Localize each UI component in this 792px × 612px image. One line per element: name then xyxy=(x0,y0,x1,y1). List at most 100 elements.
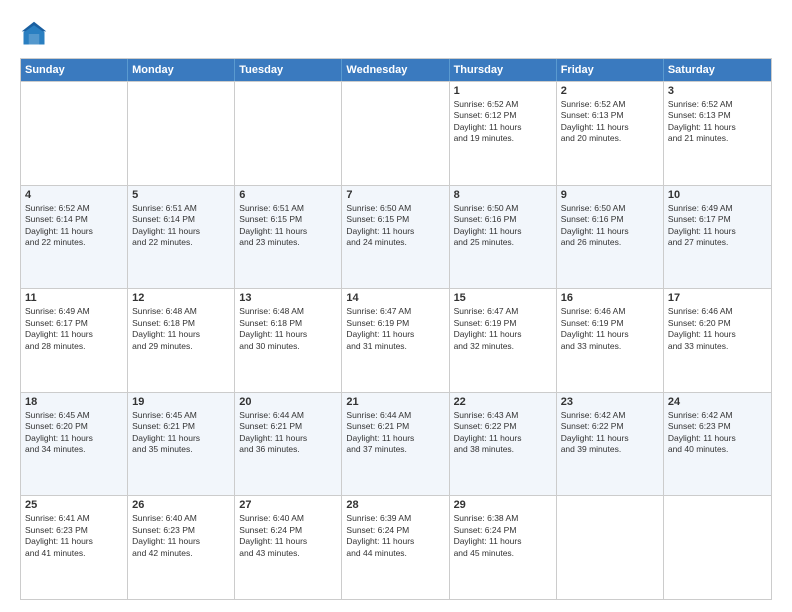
day-cell-empty xyxy=(128,82,235,185)
day-cell-20: 20 Sunrise: 6:44 AM Sunset: 6:21 PM Dayli… xyxy=(235,393,342,496)
day-cell-12: 12 Sunrise: 6:48 AM Sunset: 6:18 PM Dayli… xyxy=(128,289,235,392)
week-row-1: 1 Sunrise: 6:52 AM Sunset: 6:12 PM Daylig… xyxy=(21,81,771,185)
day-info: Sunrise: 6:48 AM Sunset: 6:18 PM Dayligh… xyxy=(239,306,337,352)
header-day-friday: Friday xyxy=(557,59,664,81)
day-number: 14 xyxy=(346,292,444,304)
day-number: 10 xyxy=(668,189,767,201)
day-cell-empty xyxy=(235,82,342,185)
day-cell-2: 2Sunrise: 6:52 AM Sunset: 6:13 PM Daylig… xyxy=(557,82,664,185)
day-number: 3 xyxy=(668,85,767,97)
day-number: 8 xyxy=(454,189,552,201)
day-info: Sunrise: 6:44 AM Sunset: 6:21 PM Dayligh… xyxy=(239,410,337,456)
day-number: 17 xyxy=(668,292,767,304)
day-info: Sunrise: 6:49 AM Sunset: 6:17 PM Dayligh… xyxy=(25,306,123,352)
day-info: Sunrise: 6:42 AM Sunset: 6:23 PM Dayligh… xyxy=(668,410,767,456)
day-cell-empty xyxy=(342,82,449,185)
day-number: 18 xyxy=(25,396,123,408)
week-row-5: 25 Sunrise: 6:41 AM Sunset: 6:23 PM Dayli… xyxy=(21,495,771,599)
day-info: Sunrise: 6:50 AM Sunset: 6:15 PM Dayligh… xyxy=(346,203,444,249)
day-cell-22: 22 Sunrise: 6:43 AM Sunset: 6:22 PM Dayli… xyxy=(450,393,557,496)
day-cell-23: 23 Sunrise: 6:42 AM Sunset: 6:22 PM Dayli… xyxy=(557,393,664,496)
day-info: Sunrise: 6:42 AM Sunset: 6:22 PM Dayligh… xyxy=(561,410,659,456)
day-info: Sunrise: 6:49 AM Sunset: 6:17 PM Dayligh… xyxy=(668,203,767,249)
calendar-header: SundayMondayTuesdayWednesdayThursdayFrid… xyxy=(21,59,771,81)
day-number: 23 xyxy=(561,396,659,408)
day-info: Sunrise: 6:39 AM Sunset: 6:24 PM Dayligh… xyxy=(346,513,444,559)
day-cell-6: 6 Sunrise: 6:51 AM Sunset: 6:15 PM Daylig… xyxy=(235,186,342,289)
day-info: Sunrise: 6:44 AM Sunset: 6:21 PM Dayligh… xyxy=(346,410,444,456)
day-info: Sunrise: 6:47 AM Sunset: 6:19 PM Dayligh… xyxy=(454,306,552,352)
day-cell-8: 8 Sunrise: 6:50 AM Sunset: 6:16 PM Daylig… xyxy=(450,186,557,289)
header xyxy=(20,16,772,48)
day-cell-25: 25 Sunrise: 6:41 AM Sunset: 6:23 PM Dayli… xyxy=(21,496,128,599)
day-info: Sunrise: 6:48 AM Sunset: 6:18 PM Dayligh… xyxy=(132,306,230,352)
day-info: Sunrise: 6:41 AM Sunset: 6:23 PM Dayligh… xyxy=(25,513,123,559)
day-info: Sunrise: 6:47 AM Sunset: 6:19 PM Dayligh… xyxy=(346,306,444,352)
day-info: Sunrise: 6:51 AM Sunset: 6:14 PM Dayligh… xyxy=(132,203,230,249)
day-number: 6 xyxy=(239,189,337,201)
day-cell-15: 15 Sunrise: 6:47 AM Sunset: 6:19 PM Dayli… xyxy=(450,289,557,392)
day-number: 15 xyxy=(454,292,552,304)
day-number: 4 xyxy=(25,189,123,201)
day-info: Sunrise: 6:52 AM Sunset: 6:13 PM Dayligh… xyxy=(668,99,767,145)
day-cell-28: 28 Sunrise: 6:39 AM Sunset: 6:24 PM Dayli… xyxy=(342,496,449,599)
header-day-saturday: Saturday xyxy=(664,59,771,81)
header-day-thursday: Thursday xyxy=(450,59,557,81)
day-cell-empty xyxy=(21,82,128,185)
day-number: 20 xyxy=(239,396,337,408)
day-number: 11 xyxy=(25,292,123,304)
day-cell-11: 11 Sunrise: 6:49 AM Sunset: 6:17 PM Dayli… xyxy=(21,289,128,392)
day-number: 9 xyxy=(561,189,659,201)
day-info: Sunrise: 6:50 AM Sunset: 6:16 PM Dayligh… xyxy=(561,203,659,249)
day-cell-empty xyxy=(664,496,771,599)
day-cell-16: 16 Sunrise: 6:46 AM Sunset: 6:19 PM Dayli… xyxy=(557,289,664,392)
day-info: Sunrise: 6:52 AM Sunset: 6:12 PM Dayligh… xyxy=(454,99,552,145)
day-cell-29: 29 Sunrise: 6:38 AM Sunset: 6:24 PM Dayli… xyxy=(450,496,557,599)
day-cell-27: 27 Sunrise: 6:40 AM Sunset: 6:24 PM Dayli… xyxy=(235,496,342,599)
day-number: 29 xyxy=(454,499,552,511)
day-number: 22 xyxy=(454,396,552,408)
day-cell-empty xyxy=(557,496,664,599)
day-info: Sunrise: 6:52 AM Sunset: 6:13 PM Dayligh… xyxy=(561,99,659,145)
logo-icon xyxy=(20,20,48,48)
day-number: 1 xyxy=(454,85,552,97)
day-number: 5 xyxy=(132,189,230,201)
day-cell-7: 7 Sunrise: 6:50 AM Sunset: 6:15 PM Daylig… xyxy=(342,186,449,289)
calendar-body: 1 Sunrise: 6:52 AM Sunset: 6:12 PM Daylig… xyxy=(21,81,771,599)
day-number: 7 xyxy=(346,189,444,201)
day-number: 19 xyxy=(132,396,230,408)
day-cell-10: 10 Sunrise: 6:49 AM Sunset: 6:17 PM Dayli… xyxy=(664,186,771,289)
calendar: SundayMondayTuesdayWednesdayThursdayFrid… xyxy=(20,58,772,600)
day-number: 28 xyxy=(346,499,444,511)
week-row-4: 18Sunrise: 6:45 AM Sunset: 6:20 PM Dayli… xyxy=(21,392,771,496)
day-number: 25 xyxy=(25,499,123,511)
day-number: 16 xyxy=(561,292,659,304)
day-cell-4: 4 Sunrise: 6:52 AM Sunset: 6:14 PM Daylig… xyxy=(21,186,128,289)
day-info: Sunrise: 6:51 AM Sunset: 6:15 PM Dayligh… xyxy=(239,203,337,249)
day-info: Sunrise: 6:46 AM Sunset: 6:20 PM Dayligh… xyxy=(668,306,767,352)
day-info: Sunrise: 6:52 AM Sunset: 6:14 PM Dayligh… xyxy=(25,203,123,249)
day-cell-24: 24 Sunrise: 6:42 AM Sunset: 6:23 PM Dayli… xyxy=(664,393,771,496)
day-number: 21 xyxy=(346,396,444,408)
day-number: 12 xyxy=(132,292,230,304)
day-info: Sunrise: 6:40 AM Sunset: 6:24 PM Dayligh… xyxy=(239,513,337,559)
day-info: Sunrise: 6:50 AM Sunset: 6:16 PM Dayligh… xyxy=(454,203,552,249)
day-info: Sunrise: 6:43 AM Sunset: 6:22 PM Dayligh… xyxy=(454,410,552,456)
day-info: Sunrise: 6:38 AM Sunset: 6:24 PM Dayligh… xyxy=(454,513,552,559)
day-cell-3: 3 Sunrise: 6:52 AM Sunset: 6:13 PM Daylig… xyxy=(664,82,771,185)
day-info: Sunrise: 6:45 AM Sunset: 6:21 PM Dayligh… xyxy=(132,410,230,456)
day-cell-19: 19 Sunrise: 6:45 AM Sunset: 6:21 PM Dayli… xyxy=(128,393,235,496)
day-cell-1: 1 Sunrise: 6:52 AM Sunset: 6:12 PM Daylig… xyxy=(450,82,557,185)
day-cell-14: 14 Sunrise: 6:47 AM Sunset: 6:19 PM Dayli… xyxy=(342,289,449,392)
day-number: 13 xyxy=(239,292,337,304)
header-day-sunday: Sunday xyxy=(21,59,128,81)
day-number: 24 xyxy=(668,396,767,408)
day-cell-9: 9 Sunrise: 6:50 AM Sunset: 6:16 PM Daylig… xyxy=(557,186,664,289)
day-info: Sunrise: 6:40 AM Sunset: 6:23 PM Dayligh… xyxy=(132,513,230,559)
day-cell-5: 5 Sunrise: 6:51 AM Sunset: 6:14 PM Daylig… xyxy=(128,186,235,289)
day-cell-17: 17 Sunrise: 6:46 AM Sunset: 6:20 PM Dayli… xyxy=(664,289,771,392)
day-number: 26 xyxy=(132,499,230,511)
header-day-monday: Monday xyxy=(128,59,235,81)
day-number: 27 xyxy=(239,499,337,511)
day-info: Sunrise: 6:46 AM Sunset: 6:19 PM Dayligh… xyxy=(561,306,659,352)
